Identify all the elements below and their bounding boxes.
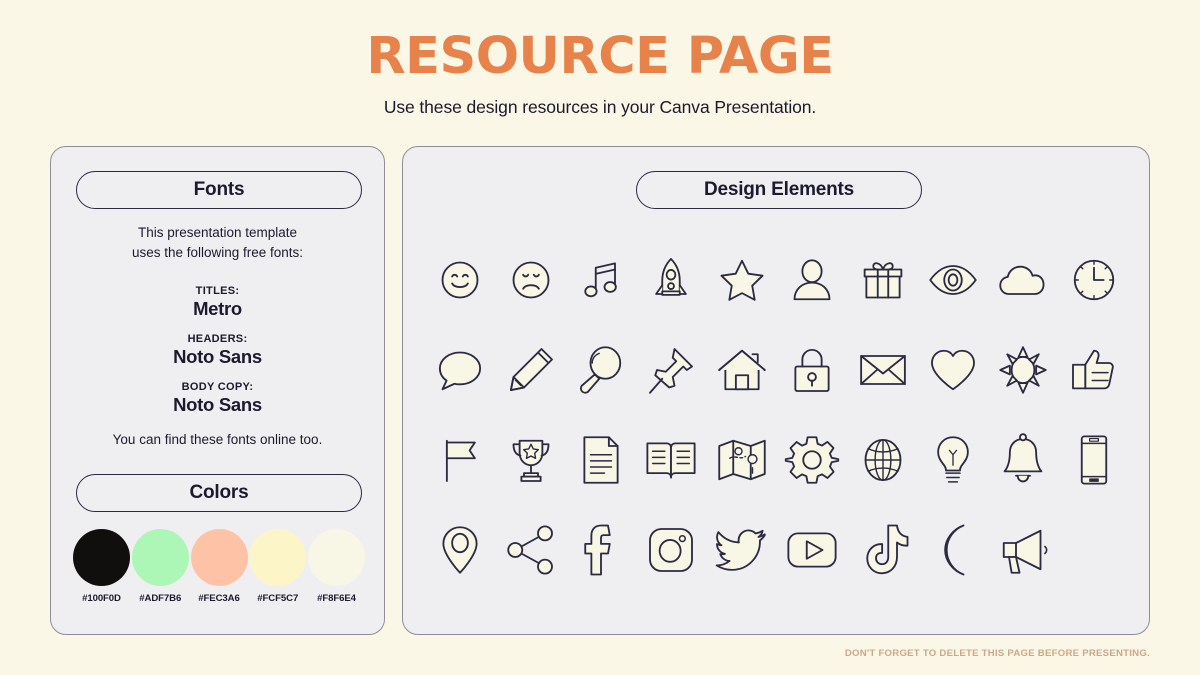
color-swatch-hex: #100F0D [82, 593, 121, 604]
color-swatch-row: #100F0D #ADF7B6 #FEC3A6 #FCF5C7 #F8F6E4 [73, 529, 365, 604]
house-icon[interactable] [707, 325, 777, 415]
location-pin-icon[interactable] [425, 505, 495, 595]
map-icon[interactable] [707, 415, 777, 505]
person-icon[interactable] [777, 235, 847, 325]
font-group-headers: HEADERS: Noto Sans [51, 333, 384, 368]
color-swatch[interactable]: #100F0D [73, 529, 130, 604]
design-elements-header-pill[interactable]: Design Elements [636, 171, 922, 209]
icon-grid [425, 235, 1129, 595]
smiley-face-icon[interactable] [425, 235, 495, 325]
fonts-panel: Fonts This presentation template uses th… [50, 146, 385, 635]
font-role-headers: HEADERS: [187, 333, 248, 345]
rocket-icon[interactable] [636, 235, 706, 325]
page-title: RESOURCE PAGE [366, 27, 834, 86]
color-swatch-hex: #FCF5C7 [257, 593, 299, 604]
trophy-icon[interactable] [495, 415, 565, 505]
fonts-header-pill[interactable]: Fonts [76, 171, 362, 209]
pushpin-icon[interactable] [636, 325, 706, 415]
magnifying-glass-icon[interactable] [566, 325, 636, 415]
twitter-icon[interactable] [707, 505, 777, 595]
lightbulb-icon[interactable] [918, 415, 988, 505]
page-subtitle: Use these design resources in your Canva… [383, 97, 817, 117]
clock-icon[interactable] [1059, 235, 1129, 325]
flag-icon[interactable] [425, 415, 495, 505]
eye-icon[interactable] [918, 235, 988, 325]
star-icon[interactable] [707, 235, 777, 325]
color-swatch[interactable]: #F8F6E4 [308, 529, 365, 604]
gift-icon[interactable] [847, 235, 917, 325]
color-swatch-hex: #F8F6E4 [317, 593, 356, 604]
fonts-outro: You can find these fonts online too. [112, 432, 323, 447]
color-swatch-dot [190, 529, 248, 586]
design-elements-header-label: Design Elements [703, 179, 855, 200]
instagram-icon[interactable] [636, 505, 706, 595]
font-name-body-copy: Noto Sans [173, 394, 262, 415]
envelope-icon[interactable] [847, 325, 917, 415]
facebook-icon[interactable] [566, 505, 636, 595]
gear-icon[interactable] [777, 415, 847, 505]
color-swatch-hex: #FEC3A6 [198, 593, 240, 604]
fonts-intro-line2: uses the following free fonts: [131, 244, 304, 260]
megaphone-icon[interactable] [988, 505, 1058, 595]
colors-header-pill[interactable]: Colors [76, 474, 362, 512]
mobile-phone-icon[interactable] [1059, 415, 1129, 505]
design-elements-panel: Design Elements [402, 146, 1150, 635]
music-note-icon[interactable] [566, 235, 636, 325]
font-name-headers: Noto Sans [173, 346, 262, 367]
color-swatch[interactable]: #ADF7B6 [131, 529, 189, 604]
lock-icon[interactable] [777, 325, 847, 415]
sun-icon[interactable] [988, 325, 1058, 415]
cloud-icon[interactable] [988, 235, 1058, 325]
moon-icon[interactable] [918, 505, 988, 595]
colors-header-label: Colors [189, 482, 249, 503]
color-swatch-hex: #ADF7B6 [139, 593, 182, 604]
color-swatch-dot [73, 529, 130, 586]
font-name-titles: Metro [193, 298, 242, 319]
color-swatch-dot [249, 529, 307, 586]
share-icon[interactable] [495, 505, 565, 595]
fonts-header-label: Fonts [193, 179, 245, 200]
document-icon[interactable] [566, 415, 636, 505]
globe-icon[interactable] [847, 415, 917, 505]
fonts-intro-line1: This presentation template [137, 225, 298, 240]
thumbs-up-icon[interactable] [1059, 325, 1129, 415]
sad-face-icon[interactable] [495, 235, 565, 325]
color-swatch-dot [131, 529, 189, 586]
color-swatch[interactable]: #FEC3A6 [190, 529, 248, 604]
font-role-body-copy: BODY COPY: [181, 381, 254, 393]
tiktok-icon[interactable] [847, 505, 917, 595]
color-swatch-dot [308, 529, 365, 586]
fonts-intro: This presentation template uses the foll… [51, 223, 384, 262]
open-book-icon[interactable] [636, 415, 706, 505]
bell-icon[interactable] [988, 415, 1058, 505]
font-group-titles: TITLES: Metro [51, 285, 384, 320]
font-group-body-copy: BODY COPY: Noto Sans [51, 381, 384, 416]
font-role-titles: TITLES: [195, 285, 240, 297]
youtube-icon[interactable] [777, 505, 847, 595]
footer-note: DON'T FORGET TO DELETE THIS PAGE BEFORE … [844, 648, 1150, 659]
heart-icon[interactable] [918, 325, 988, 415]
pencil-icon[interactable] [495, 325, 565, 415]
speech-bubble-icon[interactable] [425, 325, 495, 415]
color-swatch[interactable]: #FCF5C7 [249, 529, 307, 604]
